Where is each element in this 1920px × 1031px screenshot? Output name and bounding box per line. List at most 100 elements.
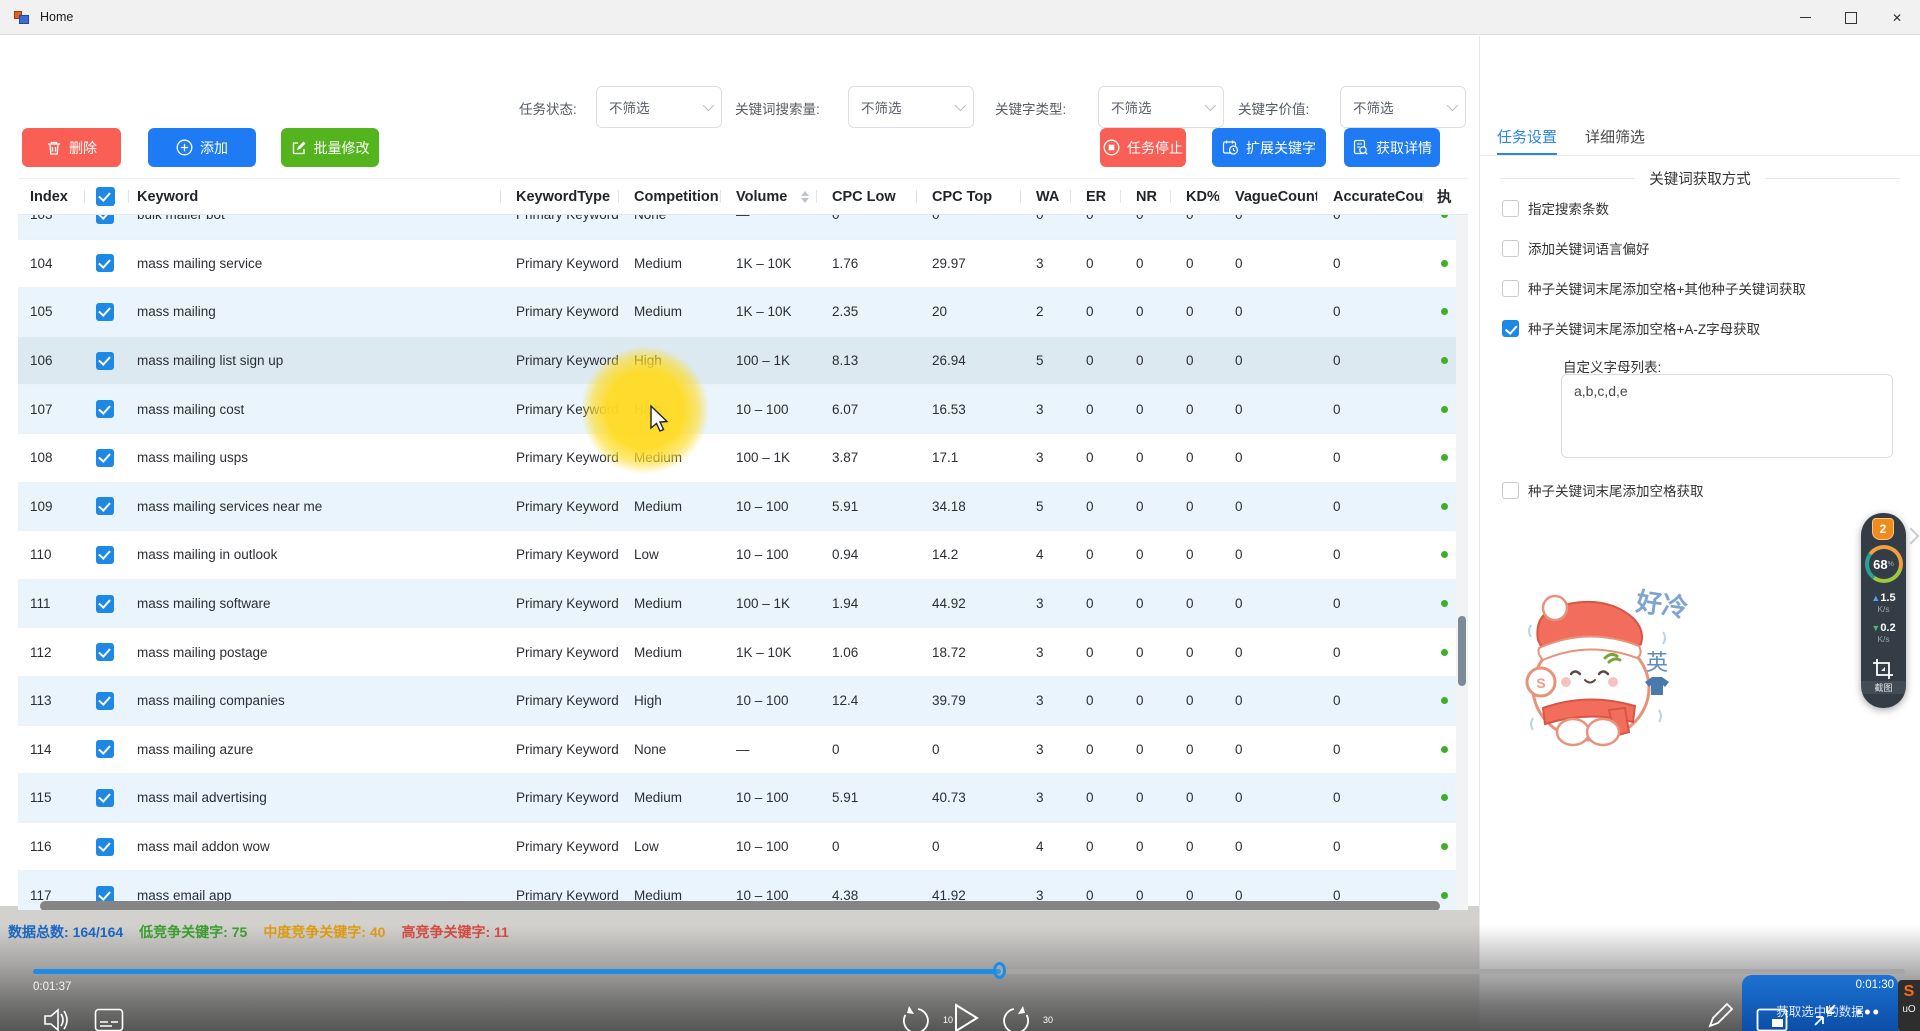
header-vague-count[interactable]: VagueCount xyxy=(1219,179,1317,214)
row-checkbox[interactable] xyxy=(96,740,114,758)
keyword-type-select[interactable]: 不筛选 xyxy=(1098,86,1224,128)
table-row[interactable]: 114 mass mailing azure Primary Keyword N… xyxy=(18,726,1468,775)
vertical-scrollbar-track[interactable] xyxy=(1456,215,1468,910)
option-space-plus-az-letters[interactable]: 种子关键词末尾添加空格+A-Z字母获取 xyxy=(1502,318,1760,338)
table-row[interactable]: 111 mass mailing software Primary Keywor… xyxy=(18,580,1468,629)
download-speed: ▼0.2K/s xyxy=(1861,623,1906,645)
get-details-button[interactable]: 获取详情 xyxy=(1344,128,1440,167)
add-button[interactable]: 添加 xyxy=(148,128,256,167)
table-row[interactable]: 112 mass mailing postage Primary Keyword… xyxy=(18,628,1468,677)
volume-icon[interactable] xyxy=(42,1005,68,1031)
table-row[interactable]: 113 mass mailing companies Primary Keywo… xyxy=(18,677,1468,726)
more-options-button[interactable]: ••• xyxy=(1856,1002,1881,1023)
ime-indicator[interactable]: S uO xyxy=(1898,980,1920,1031)
exit-fullscreen-icon[interactable] xyxy=(1812,1002,1838,1028)
keyword-value-select[interactable]: 不筛选 xyxy=(1340,86,1466,128)
tab-detailed-filter[interactable]: 详细筛选 xyxy=(1585,126,1645,147)
horizontal-scrollbar-thumb[interactable] xyxy=(40,901,1440,910)
stop-task-button[interactable]: 任务停止 xyxy=(1100,128,1186,167)
svg-text:英: 英 xyxy=(1646,650,1668,675)
header-cpc-top[interactable]: CPC Top xyxy=(916,179,1020,214)
row-checkbox[interactable] xyxy=(96,497,114,515)
row-checkbox[interactable] xyxy=(96,643,114,661)
checkbox-checked-icon[interactable] xyxy=(1502,320,1519,337)
usage-gauge[interactable]: 68% xyxy=(1865,545,1903,583)
header-volume[interactable]: Volume xyxy=(720,179,816,214)
custom-letters-input[interactable]: a,b,c,d,e xyxy=(1561,374,1893,458)
header-wa[interactable]: WA xyxy=(1020,179,1070,214)
row-checkbox[interactable] xyxy=(96,449,114,467)
subtitles-icon[interactable] xyxy=(94,1008,124,1031)
keyword-cell: mass mail advertising xyxy=(128,790,500,805)
batch-edit-button[interactable]: 批量修改 xyxy=(281,128,379,167)
keyword-cell: mass mailing cost xyxy=(128,402,500,417)
skip-forward-30-button[interactable]: 30 xyxy=(1000,1005,1032,1031)
annotate-pencil-icon[interactable] xyxy=(1706,1000,1736,1030)
widget-collapse-chevron[interactable] xyxy=(1905,528,1917,548)
system-monitor-widget[interactable]: 2 68% ▲1.5K/s ▼0.2K/s 截图 xyxy=(1861,513,1906,708)
filter-label-keyword-type: 关键字类型: xyxy=(995,98,1066,118)
expand-keywords-button[interactable]: 扩展关键字 xyxy=(1212,128,1326,167)
mini-player-icon[interactable] xyxy=(1756,1008,1788,1031)
row-checkbox[interactable] xyxy=(96,352,114,370)
option-space-plus-other-seeds[interactable]: 种子关键词末尾添加空格+其他种子关键词获取 xyxy=(1502,278,1806,298)
header-keyword[interactable]: Keyword xyxy=(128,179,500,214)
app-window: Home ✕ 任务状态: 不筛选 关键词搜索量: 不筛选 关键字类型: 不筛选 … xyxy=(0,0,1920,1031)
table-row[interactable]: 106 mass mailing list sign up Primary Ke… xyxy=(18,337,1468,386)
checkbox-icon[interactable] xyxy=(1502,240,1519,257)
row-checkbox[interactable] xyxy=(96,692,114,710)
status-high-competition: 高竞争关键字: 11 xyxy=(401,922,508,942)
checkbox-icon[interactable] xyxy=(1502,200,1519,217)
tab-task-settings[interactable]: 任务设置 xyxy=(1497,126,1557,147)
table-row[interactable]: 107 mass mailing cost Primary Keyword Hi… xyxy=(18,385,1468,434)
table-row[interactable]: 115 mass mail advertising Primary Keywor… xyxy=(18,774,1468,823)
seek-thumb[interactable] xyxy=(993,962,1006,979)
row-checkbox[interactable] xyxy=(96,838,114,856)
row-checkbox[interactable] xyxy=(96,789,114,807)
header-nr[interactable]: NR xyxy=(1120,179,1170,214)
status-dot-icon xyxy=(1441,406,1448,413)
header-er[interactable]: ER xyxy=(1070,179,1120,214)
table-row[interactable]: 105 mass mailing Primary Keyword Medium … xyxy=(18,288,1468,337)
delete-button[interactable]: 删除 xyxy=(22,128,121,167)
table-row[interactable]: 104 mass mailing service Primary Keyword… xyxy=(18,240,1468,289)
header-index[interactable]: Index xyxy=(18,179,84,214)
checkbox-icon[interactable] xyxy=(1502,482,1519,499)
header-cpc-low[interactable]: CPC Low xyxy=(816,179,916,214)
filter-label-task-status: 任务状态: xyxy=(519,98,577,118)
option-specify-search-count[interactable]: 指定搜索条数 xyxy=(1502,198,1609,218)
option-space-suffix[interactable]: 种子关键词末尾添加空格获取 xyxy=(1502,480,1704,500)
row-checkbox[interactable] xyxy=(96,400,114,418)
header-keyword-type[interactable]: KeywordType xyxy=(500,179,618,214)
header-kd[interactable]: KD% xyxy=(1170,179,1219,214)
header-competition[interactable]: Competition xyxy=(618,179,720,214)
seek-bar[interactable] xyxy=(33,969,1905,974)
table-row[interactable]: 108 mass mailing usps Primary Keyword Me… xyxy=(18,434,1468,483)
row-checkbox[interactable] xyxy=(96,303,114,321)
skip-back-10-button[interactable]: 10 xyxy=(900,1005,932,1031)
play-button[interactable] xyxy=(952,1002,980,1031)
row-checkbox[interactable] xyxy=(96,546,114,564)
row-checkbox[interactable] xyxy=(96,254,114,272)
header-partial-column[interactable]: 执 xyxy=(1423,179,1453,214)
sort-icon[interactable] xyxy=(801,191,809,203)
maximize-button[interactable] xyxy=(1828,0,1874,35)
close-button[interactable]: ✕ xyxy=(1874,0,1920,35)
checkbox-checked-icon[interactable] xyxy=(96,187,115,206)
table-row[interactable]: 110 mass mailing in outlook Primary Keyw… xyxy=(18,531,1468,580)
vertical-scrollbar-thumb[interactable] xyxy=(1458,616,1466,686)
security-badge[interactable]: 2 xyxy=(1872,518,1894,540)
option-language-preference[interactable]: 添加关键词语言偏好 xyxy=(1502,238,1650,258)
table-row[interactable]: 116 mass mail addon wow Primary Keyword … xyxy=(18,823,1468,872)
checkbox-icon[interactable] xyxy=(1502,280,1519,297)
minimize-button[interactable] xyxy=(1782,0,1828,35)
screenshot-crop-icon[interactable] xyxy=(1872,658,1894,680)
row-checkbox[interactable] xyxy=(96,595,114,613)
search-volume-select[interactable]: 不筛选 xyxy=(848,86,974,128)
header-select-all-checkbox[interactable] xyxy=(84,179,128,214)
table-row[interactable]: 109 mass mailing services near me Primar… xyxy=(18,483,1468,532)
status-dot-icon xyxy=(1441,454,1448,461)
status-dot-icon xyxy=(1441,600,1448,607)
header-accurate-count[interactable]: AccurateCount xyxy=(1317,179,1423,214)
task-status-select[interactable]: 不筛选 xyxy=(596,86,722,128)
